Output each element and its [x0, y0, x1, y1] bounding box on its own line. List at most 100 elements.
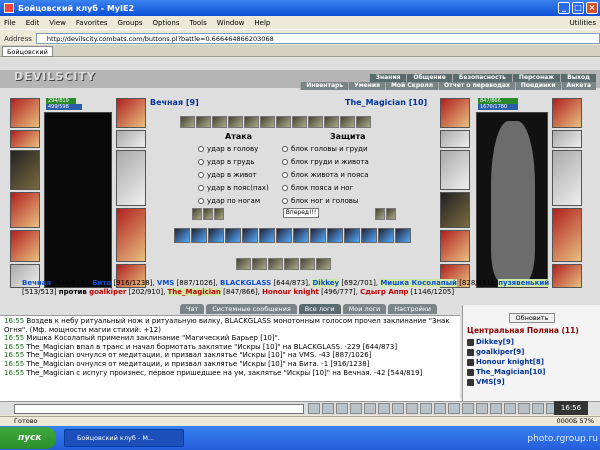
utilities-menu[interactable]: Utilities: [570, 19, 596, 27]
right-amulet-slot[interactable]: [552, 98, 582, 128]
nav-inventory[interactable]: Инвентарь: [300, 82, 349, 90]
tool-button[interactable]: [518, 403, 530, 414]
skill-button[interactable]: [310, 228, 326, 243]
defense-option[interactable]: блок ног и головы: [282, 197, 358, 205]
team-member[interactable]: goalkiper: [89, 288, 126, 296]
team-member[interactable]: The_Magician: [167, 288, 221, 296]
menu-tools[interactable]: Tools: [190, 19, 207, 27]
scroll-button[interactable]: [236, 258, 251, 270]
left-weapon-slot[interactable]: [10, 150, 40, 190]
tool-button[interactable]: [434, 403, 446, 414]
tool-button[interactable]: [378, 403, 390, 414]
right-pants-slot[interactable]: [552, 208, 582, 262]
skill-button[interactable]: [174, 228, 190, 243]
left-shield-slot[interactable]: [116, 150, 146, 206]
menu-window[interactable]: Window: [217, 19, 245, 27]
nav-my-scroll[interactable]: Мой Скролл: [384, 82, 439, 90]
address-input[interactable]: http://devilscity.combats.com/buttons.pl…: [35, 33, 600, 44]
right-earring-slot[interactable]: [552, 130, 582, 148]
nav-skills[interactable]: Умения: [348, 82, 385, 90]
team-member[interactable]: Мишка Косолапый: [380, 279, 457, 287]
menu-view[interactable]: View: [49, 19, 66, 27]
attack-option[interactable]: удар в живот: [198, 171, 257, 179]
defense-option[interactable]: блок живота и пояса: [282, 171, 368, 179]
tool-button[interactable]: [448, 403, 460, 414]
scroll-button[interactable]: [268, 258, 283, 270]
attack-option[interactable]: удар в грудь: [198, 158, 255, 166]
tab-chat[interactable]: Чат: [180, 304, 205, 314]
tool-button[interactable]: [406, 403, 418, 414]
defense-option[interactable]: блок головы и груди: [282, 145, 368, 153]
left-amulet-slot[interactable]: [116, 98, 146, 128]
right-weapon-slot[interactable]: [440, 150, 470, 190]
team-member[interactable]: Вечная: [22, 279, 51, 287]
skill-button[interactable]: [378, 228, 394, 243]
tool-button[interactable]: [504, 403, 516, 414]
menu-help[interactable]: Help: [254, 19, 270, 27]
team-member[interactable]: Сдыгр Аппр: [360, 288, 408, 296]
scroll-button[interactable]: [252, 258, 267, 270]
team-member[interactable]: Honour knight: [262, 288, 319, 296]
skill-button[interactable]: [242, 228, 258, 243]
tool-button[interactable]: [476, 403, 488, 414]
menu-options[interactable]: Options: [153, 19, 180, 27]
skill-button[interactable]: [208, 228, 224, 243]
right-ring-slot[interactable]: [440, 130, 470, 148]
tab-settings[interactable]: Настройки: [388, 304, 437, 314]
nav-battles[interactable]: Поединки: [514, 82, 561, 90]
tool-button[interactable]: [532, 403, 544, 414]
maximize-button[interactable]: □: [572, 2, 584, 14]
right-belt-slot[interactable]: [440, 230, 470, 262]
nav-transfers[interactable]: Отчет о переводах: [438, 82, 515, 90]
browser-tab[interactable]: Бойцовский: [2, 46, 53, 57]
skill-button[interactable]: [191, 228, 207, 243]
defense-option[interactable]: блок груди и живота: [282, 158, 369, 166]
tool-button[interactable]: [392, 403, 404, 414]
right-helmet-slot[interactable]: [440, 98, 470, 128]
team-member[interactable]: VMS: [157, 279, 174, 287]
forward-button[interactable]: Вперед!!!: [283, 208, 319, 218]
nav-exit[interactable]: Выход: [560, 74, 596, 82]
menu-groups[interactable]: Groups: [118, 19, 143, 27]
taskbar-window[interactable]: Бойцовский клуб - M...: [64, 429, 184, 447]
left-ring-slot[interactable]: [10, 130, 40, 148]
attack-option[interactable]: удар в голову: [198, 145, 258, 153]
scroll-button[interactable]: [300, 258, 315, 270]
tab-my-logs[interactable]: Мои логи: [342, 304, 387, 314]
nav-character[interactable]: Персонаж: [511, 74, 561, 82]
left-helmet-slot[interactable]: [10, 98, 40, 128]
skill-button[interactable]: [395, 228, 411, 243]
nav-profile[interactable]: Анкета: [560, 82, 596, 90]
tool-button[interactable]: [420, 403, 432, 414]
skill-button[interactable]: [327, 228, 343, 243]
skill-button[interactable]: [259, 228, 275, 243]
tool-button[interactable]: [322, 403, 334, 414]
minimize-button[interactable]: _: [558, 2, 570, 14]
player-entry[interactable]: Dikkey[9]: [467, 337, 546, 347]
team-member[interactable]: пузявенький: [498, 279, 550, 287]
skill-button[interactable]: [344, 228, 360, 243]
tab-all-logs[interactable]: Все логи: [298, 304, 341, 314]
menu-favorites[interactable]: Favorites: [76, 19, 108, 27]
skill-button[interactable]: [293, 228, 309, 243]
attack-option[interactable]: удар в пояс(пах): [198, 184, 269, 192]
nav-security[interactable]: Безопасность: [451, 74, 512, 82]
attack-option[interactable]: удар по ногам: [198, 197, 260, 205]
player-entry[interactable]: Honour knight[8]: [467, 357, 546, 367]
tool-button[interactable]: [308, 403, 320, 414]
scroll-button[interactable]: [316, 258, 331, 270]
right-player-name[interactable]: The_Magician [10]: [345, 98, 427, 107]
tool-button[interactable]: [336, 403, 348, 414]
nav-communication[interactable]: Общение: [406, 74, 452, 82]
left-player-name[interactable]: Вечная [9]: [150, 98, 199, 107]
scroll-button[interactable]: [284, 258, 299, 270]
tab-system[interactable]: Системные сообщения: [206, 304, 297, 314]
player-entry[interactable]: VMS[9]: [467, 377, 546, 387]
player-entry[interactable]: The_Magician[10]: [467, 367, 546, 377]
left-armor-slot[interactable]: [10, 192, 40, 228]
menu-file[interactable]: File: [4, 19, 16, 27]
defense-option[interactable]: блок пояса и ног: [282, 184, 353, 192]
chat-input[interactable]: [14, 403, 304, 414]
skill-button[interactable]: [361, 228, 377, 243]
player-entry[interactable]: goalkiper[9]: [467, 347, 546, 357]
